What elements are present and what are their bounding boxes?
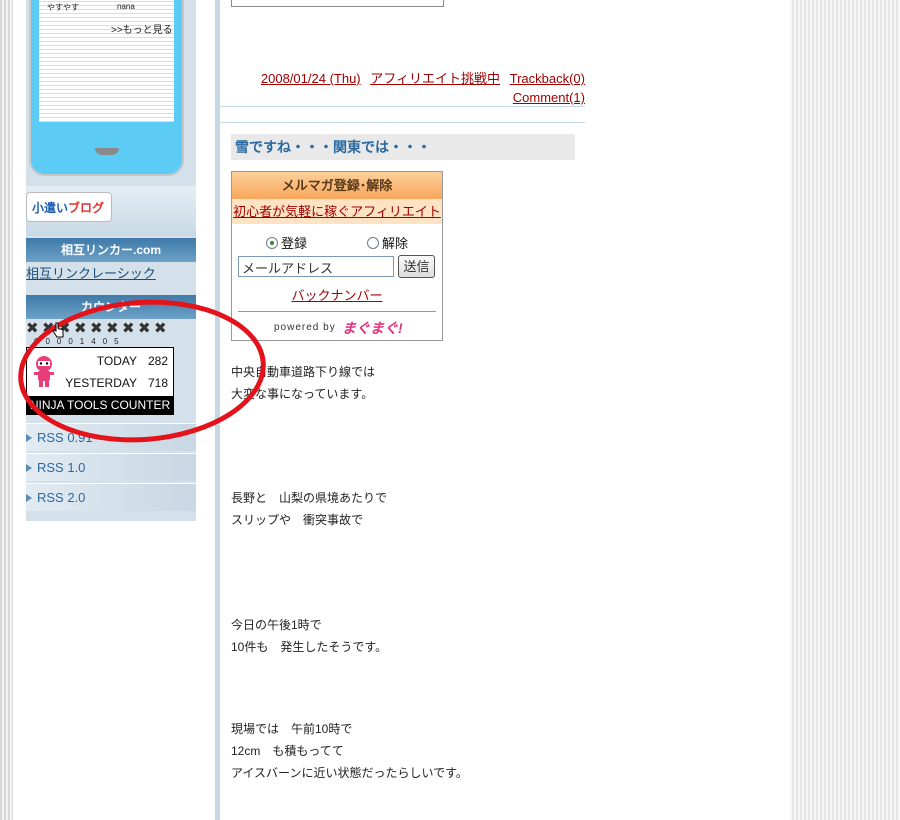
unregister-radio[interactable]: 解除 [367,233,408,252]
blog-logo-part1: 小遣い [32,201,69,215]
mailmagazine-header: メルマガ登録･解除 [232,172,442,199]
paragraph-line: 現場では 午前10時で [231,722,353,736]
post-paragraph: 長野と 山梨の県境あたりで スリップや 衝突事故で [231,487,387,531]
previous-post-box [231,0,444,7]
backnumber-row: バックナンバー [232,285,442,304]
post-footer-meta: 2008/01/24 (Thu) アフィリエイト挑戦中 Trackback(0) [255,68,585,87]
post-title: 雪ですね・・・関東では・・・ [231,134,575,160]
thumbnail-caption: やすやす [47,3,79,12]
rss-10-link[interactable]: RSS 1.0 [26,453,196,481]
post-footer-comment: Comment(1) [513,90,585,105]
paragraph-line: 12cm も積もってて [231,744,344,758]
post-date-link[interactable]: 2008/01/24 (Thu) [261,71,361,86]
mailmagazine-title-link[interactable]: 初心者が気軽に稼ぐアフィリエイト [233,204,441,219]
mailmagazine-subtitle: 初心者が気軽に稼ぐアフィリエイト [232,199,442,224]
post-paragraph: 今日の午後1時で 10件も 発生したそうです。 [231,614,387,658]
linker-heading: 相互リンカー.com [26,238,196,262]
backnumber-link[interactable]: バックナンバー [291,288,382,303]
mailmagazine-widget: メルマガ登録･解除 初心者が気軽に稼ぐアフィリエイト 登録 解除 メールアドレス… [231,171,443,341]
phone-widget: やすやす nana >>もっと見る [29,0,184,176]
send-button[interactable]: 送信 [398,255,435,278]
magmag-logo[interactable]: まぐまぐ! [342,318,403,338]
paragraph-line: スリップや 衝突事故で [231,513,364,527]
powered-by-text: powered by [274,322,336,333]
email-field[interactable]: メールアドレス [238,256,394,277]
linker-link[interactable]: 相互リンクレーシック [26,263,156,282]
unregister-label: 解除 [382,236,409,251]
sidebar: やすやす nana >>もっと見る 小遣いブログ 相互リンカー.com 相互リン… [26,0,196,521]
radio-selected-icon [266,237,278,249]
trackback-link[interactable]: Trackback(0) [510,71,585,86]
radio-unselected-icon [367,237,379,249]
blog-logo-part2: ブログ [68,201,105,215]
post-category-link[interactable]: アフィリエイト挑戦中 [370,71,500,86]
paragraph-line: アイスバーンに近い状態だったらしいです。 [231,766,468,780]
paragraph-line: 10件も 発生したそうです。 [231,640,388,654]
hand-cursor-icon [52,322,64,338]
register-radio[interactable]: 登録 [266,233,307,252]
post-divider [220,106,585,107]
blog-logo-banner[interactable]: 小遣いブログ [26,192,112,222]
register-label: 登録 [281,236,308,251]
paragraph-line: 長野と 山梨の県境あたりで [231,491,388,505]
paragraph-line: 今日の午後1時で [231,618,322,632]
mailmagazine-divider [238,311,436,312]
post-paragraph: 現場では 午前10時で 12cm も積もってて アイスバーンに近い状態だったらし… [231,718,468,784]
post-divider [220,122,585,123]
rss-20-link[interactable]: RSS 2.0 [26,483,196,511]
page-left-border [0,0,13,820]
more-link[interactable]: >>もっと見る [111,21,173,36]
comment-link[interactable]: Comment(1) [513,90,585,105]
phone-home-button [95,148,119,155]
phone-screen: やすやす nana >>もっと見る [39,0,174,122]
thumbnail-caption: nana [117,2,135,11]
